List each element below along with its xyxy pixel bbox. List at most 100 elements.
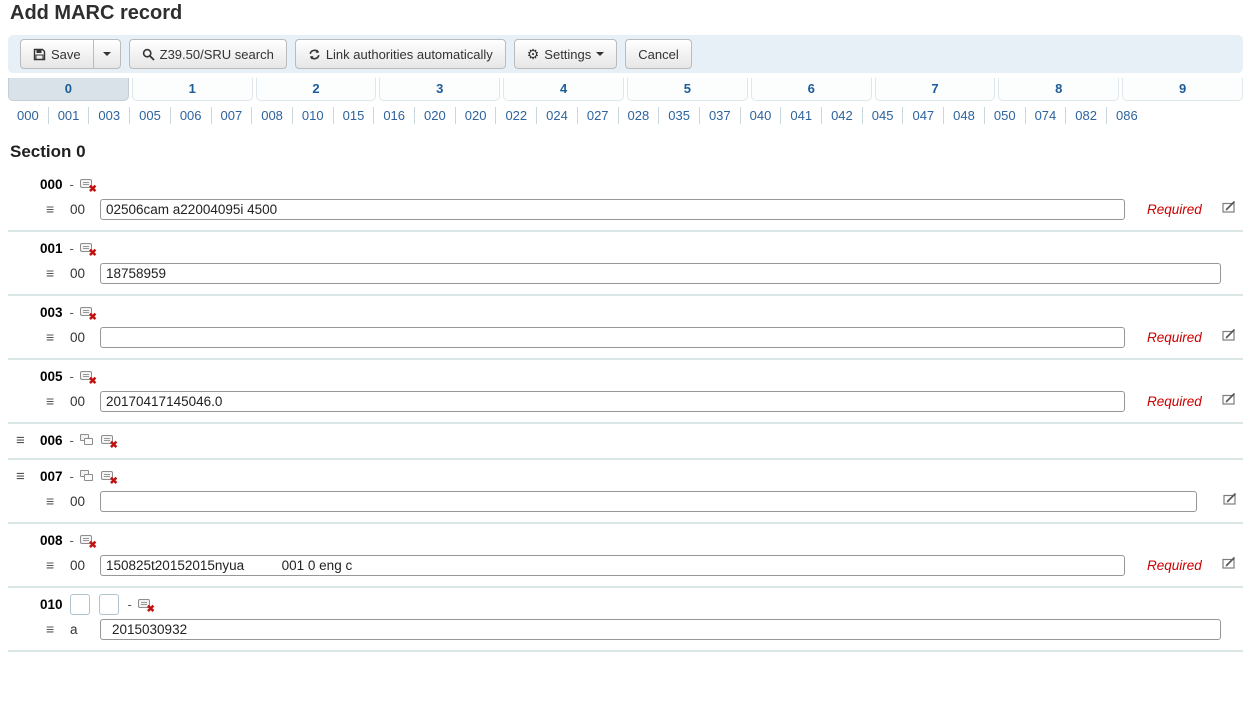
tag-link-005[interactable]: 005 (130, 107, 171, 124)
field-divider (8, 650, 1243, 652)
delete-x-icon: ✖ (146, 605, 154, 615)
tab-section-5[interactable]: 5 (627, 78, 748, 101)
save-dropdown-button[interactable] (94, 39, 121, 69)
drag-handle-icon[interactable]: ≡ (16, 433, 25, 448)
tag-link-047[interactable]: 047 (903, 107, 944, 124)
subfield-code-label: 00 (70, 202, 96, 217)
required-badge: Required (1147, 558, 1202, 573)
subfield-drag-handle-icon[interactable]: ≡ (46, 622, 61, 636)
page-title: Add MARC record (10, 2, 1251, 25)
tag-link-010[interactable]: 010 (293, 107, 334, 124)
tag-editor-icon[interactable] (1222, 328, 1237, 347)
tag-link-024[interactable]: 024 (537, 107, 578, 124)
gear-icon: ⚙ (527, 47, 540, 61)
tag-link-016[interactable]: 016 (374, 107, 415, 124)
field-tag-label: 001 (40, 241, 63, 256)
tab-section-4[interactable]: 4 (503, 78, 624, 101)
tab-section-7[interactable]: 7 (875, 78, 996, 101)
tab-section-2[interactable]: 2 (256, 78, 377, 101)
link-authorities-button[interactable]: Link authorities automatically (295, 39, 506, 69)
caret-down-icon (596, 52, 604, 56)
subfield-007-00-input[interactable] (100, 491, 1197, 512)
delete-tag-icon[interactable]: ✖ (80, 242, 95, 255)
subfield-010-a-input[interactable] (100, 619, 1221, 640)
tag-link-082[interactable]: 082 (1066, 107, 1107, 124)
subfield-008-00-input[interactable] (100, 555, 1125, 576)
tag-link-086[interactable]: 086 (1107, 107, 1147, 124)
tag-link-028[interactable]: 028 (619, 107, 660, 124)
subfield-005-00-input[interactable] (100, 391, 1125, 412)
tag-link-040[interactable]: 040 (741, 107, 782, 124)
tag-link-041[interactable]: 041 (781, 107, 822, 124)
tag-editor-icon[interactable] (1222, 200, 1237, 219)
field-008-header: 008-✖ (0, 531, 1251, 549)
tag-link-020[interactable]: 020 (415, 107, 456, 124)
field-000: 000-✖≡00Required (0, 168, 1251, 230)
delete-tag-icon[interactable]: ✖ (80, 178, 95, 191)
subfield-row-010-a: ≡a (0, 617, 1251, 641)
z3950-search-button[interactable]: Z39.50/SRU search (129, 39, 287, 69)
tag-link-020[interactable]: 020 (456, 107, 497, 124)
tag-link-027[interactable]: 027 (578, 107, 619, 124)
tab-section-3[interactable]: 3 (379, 78, 500, 101)
subfield-000-00-input[interactable] (100, 199, 1125, 220)
cancel-button[interactable]: Cancel (625, 39, 691, 69)
tag-link-003[interactable]: 003 (89, 107, 130, 124)
editor-toolbar: Save Z39.50/SRU search Link authorities … (8, 35, 1243, 73)
tag-link-042[interactable]: 042 (822, 107, 863, 124)
tag-editor-icon[interactable] (1222, 556, 1237, 575)
tag-dash: - (70, 241, 74, 256)
subfield-drag-handle-icon[interactable]: ≡ (46, 266, 61, 280)
tag-link-008[interactable]: 008 (252, 107, 293, 124)
subfield-drag-handle-icon[interactable]: ≡ (46, 558, 61, 572)
subfield-drag-handle-icon[interactable]: ≡ (46, 330, 61, 344)
delete-tag-icon[interactable]: ✖ (101, 434, 116, 447)
delete-tag-icon[interactable]: ✖ (80, 370, 95, 383)
tag-link-006[interactable]: 006 (171, 107, 212, 124)
tag-editor-icon[interactable] (1222, 392, 1237, 411)
field-003: 003-✖≡00Required (0, 296, 1251, 358)
tag-link-035[interactable]: 035 (659, 107, 700, 124)
tag-link-045[interactable]: 045 (863, 107, 904, 124)
save-button[interactable]: Save (20, 39, 94, 69)
tab-section-8[interactable]: 8 (998, 78, 1119, 101)
tab-section-6[interactable]: 6 (751, 78, 872, 101)
tag-link-050[interactable]: 050 (985, 107, 1026, 124)
delete-tag-icon[interactable]: ✖ (80, 534, 95, 547)
tag-link-007[interactable]: 007 (212, 107, 253, 124)
tag-link-074[interactable]: 074 (1026, 107, 1067, 124)
clone-tag-icon[interactable] (80, 470, 95, 483)
field-drag-slot: ≡ (16, 433, 40, 448)
subfield-drag-handle-icon[interactable]: ≡ (46, 202, 61, 216)
field-010: 010-✖≡a (0, 588, 1251, 650)
drag-handle-icon[interactable]: ≡ (16, 469, 25, 484)
subfield-drag-handle-icon[interactable]: ≡ (46, 394, 61, 408)
required-badge: Required (1147, 202, 1202, 217)
field-006-header: ≡006-✖ (0, 431, 1251, 449)
indicator-1-input[interactable] (70, 594, 90, 615)
tag-link-000[interactable]: 000 (8, 107, 49, 124)
subfield-drag-handle-icon[interactable]: ≡ (46, 494, 61, 508)
field-tag-label: 003 (40, 305, 63, 320)
tag-link-048[interactable]: 048 (944, 107, 985, 124)
tag-dash: - (70, 305, 74, 320)
clone-tag-icon[interactable] (80, 434, 95, 447)
tag-link-001[interactable]: 001 (49, 107, 90, 124)
tab-section-1[interactable]: 1 (132, 78, 253, 101)
link-authorities-label: Link authorities automatically (326, 47, 493, 62)
subfield-003-00-input[interactable] (100, 327, 1125, 348)
tab-section-0[interactable]: 0 (8, 78, 129, 101)
tab-section-9[interactable]: 9 (1122, 78, 1243, 101)
settings-label: Settings (544, 47, 591, 62)
delete-tag-icon[interactable]: ✖ (101, 470, 116, 483)
tag-editor-icon[interactable] (1223, 492, 1238, 511)
tag-link-022[interactable]: 022 (496, 107, 537, 124)
tag-link-015[interactable]: 015 (334, 107, 375, 124)
tag-link-037[interactable]: 037 (700, 107, 741, 124)
indicator-2-input[interactable] (99, 594, 119, 615)
delete-tag-icon[interactable]: ✖ (80, 306, 95, 319)
delete-tag-icon[interactable]: ✖ (138, 598, 153, 611)
settings-button[interactable]: ⚙ Settings (514, 39, 618, 69)
search-icon (142, 48, 155, 61)
subfield-001-00-input[interactable] (100, 263, 1221, 284)
